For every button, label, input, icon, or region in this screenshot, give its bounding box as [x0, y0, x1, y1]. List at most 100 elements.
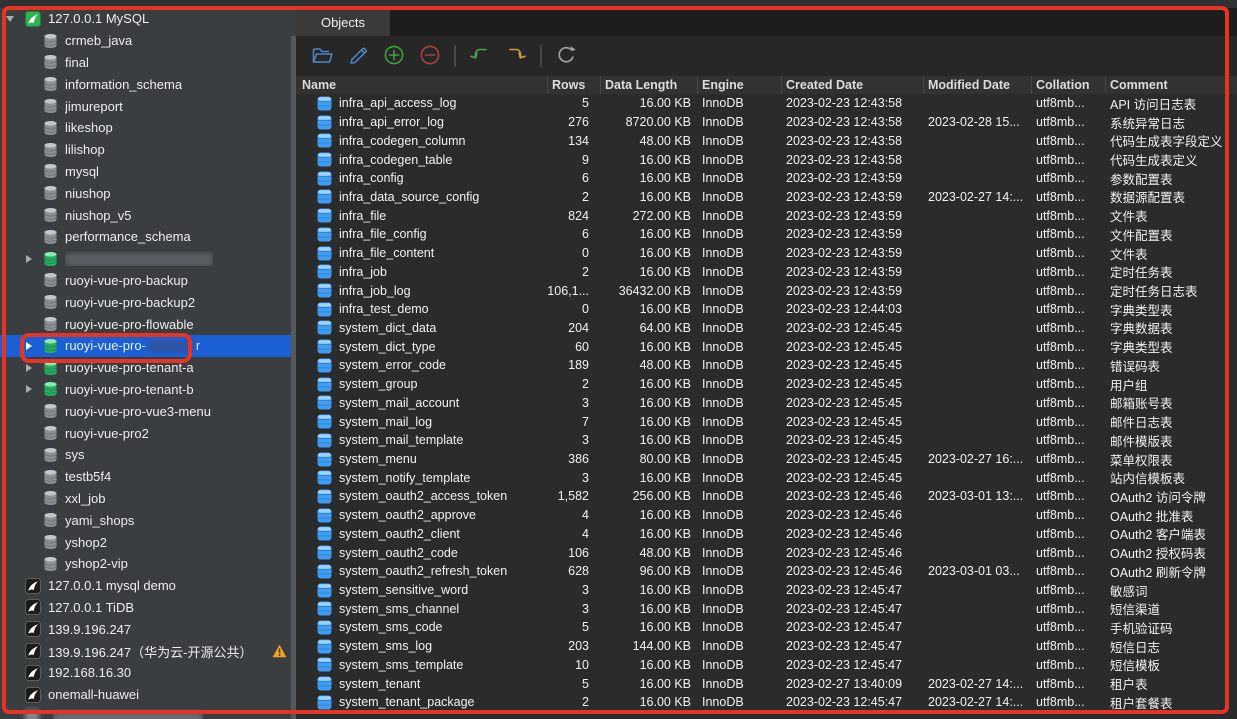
- tree-item-ruoyi-vue-pro-backup[interactable]: ruoyi-vue-pro-backup: [0, 270, 296, 292]
- tree-item-redacted[interactable]: [0, 248, 296, 270]
- table-row-system_sms_template[interactable]: system_sms_template1016.00 KBInnoDB2023-…: [296, 656, 1237, 675]
- tree-item-ruoyi-vue-pro2[interactable]: ruoyi-vue-pro2: [0, 422, 296, 444]
- export-wizard-button[interactable]: [504, 44, 528, 68]
- table-name-cell[interactable]: system_sms_channel: [296, 601, 547, 616]
- table-name-cell[interactable]: system_group: [296, 377, 547, 392]
- open-table-button[interactable]: [310, 44, 334, 68]
- column-header-modified-date[interactable]: Modified Date: [923, 76, 1031, 94]
- table-name-cell[interactable]: infra_file_content: [296, 246, 547, 261]
- table-row-system_mail_template[interactable]: system_mail_template316.00 KBInnoDB2023-…: [296, 431, 1237, 450]
- table-row-infra_file_config[interactable]: infra_file_config616.00 KBInnoDB2023-02-…: [296, 225, 1237, 244]
- tree-item-lilishop[interactable]: lilishop: [0, 139, 296, 161]
- column-header-comment[interactable]: Comment: [1105, 76, 1237, 94]
- table-row-infra_api_error_log[interactable]: infra_api_error_log2768720.00 KBInnoDB20…: [296, 113, 1237, 132]
- table-row-system_oauth2_client[interactable]: system_oauth2_client416.00 KBInnoDB2023-…: [296, 525, 1237, 544]
- table-name-cell[interactable]: system_sms_log: [296, 639, 547, 654]
- table-row-system_sensitive_word[interactable]: system_sensitive_word316.00 KBInnoDB2023…: [296, 581, 1237, 600]
- table-row-infra_codegen_table[interactable]: infra_codegen_table916.00 KBInnoDB2023-0…: [296, 150, 1237, 169]
- table-row-system_tenant_package[interactable]: system_tenant_package216.00 KBInnoDB2023…: [296, 693, 1237, 712]
- table-name-cell[interactable]: system_oauth2_approve: [296, 508, 547, 523]
- tree-item-192.168.16.30[interactable]: 192.168.16.30: [0, 662, 296, 684]
- table-row-infra_api_access_log[interactable]: infra_api_access_log516.00 KBInnoDB2023-…: [296, 94, 1237, 113]
- expand-arrow-icon[interactable]: [26, 342, 32, 350]
- table-row-infra_codegen_column[interactable]: infra_codegen_column13448.00 KBInnoDB202…: [296, 131, 1237, 150]
- table-name-cell[interactable]: system_sensitive_word: [296, 583, 547, 598]
- table-row-system_sms_log[interactable]: system_sms_log203144.00 KBInnoDB2023-02-…: [296, 637, 1237, 656]
- new-table-button[interactable]: [382, 44, 406, 68]
- table-name-cell[interactable]: infra_file: [296, 208, 547, 223]
- expand-arrow-icon[interactable]: [26, 364, 32, 372]
- tree-item-yshop2[interactable]: yshop2: [0, 531, 296, 553]
- tree-item-likeshop[interactable]: likeshop: [0, 117, 296, 139]
- table-row-system_sms_channel[interactable]: system_sms_channel316.00 KBInnoDB2023-02…: [296, 599, 1237, 618]
- table-row-infra_file_content[interactable]: infra_file_content016.00 KBInnoDB2023-02…: [296, 244, 1237, 263]
- expand-arrow-icon[interactable]: [26, 385, 32, 393]
- table-name-cell[interactable]: infra_config: [296, 171, 547, 186]
- table-name-cell[interactable]: system_oauth2_client: [296, 526, 547, 541]
- column-header-rows[interactable]: Rows: [547, 76, 600, 94]
- table-row-system_mail_log[interactable]: system_mail_log716.00 KBInnoDB2023-02-23…: [296, 412, 1237, 431]
- tree-item-niushop[interactable]: niushop: [0, 182, 296, 204]
- tree-item-127.0.0.1-mysql-demo[interactable]: 127.0.0.1 mysql demo: [0, 575, 296, 597]
- table-name-cell[interactable]: system_tenant: [296, 676, 547, 691]
- table-name-cell[interactable]: infra_api_error_log: [296, 115, 547, 130]
- table-name-cell[interactable]: infra_data_source_config: [296, 189, 547, 204]
- table-name-cell[interactable]: system_mail_template: [296, 433, 547, 448]
- delete-table-button[interactable]: [418, 44, 442, 68]
- tree-item-xxl_job[interactable]: xxl_job: [0, 488, 296, 510]
- column-header-created-date[interactable]: Created Date: [781, 76, 923, 94]
- table-name-cell[interactable]: system_dict_data: [296, 320, 547, 335]
- tree-item-yshop2-vip[interactable]: yshop2-vip: [0, 553, 296, 575]
- expand-arrow-icon[interactable]: [26, 255, 32, 263]
- table-row-system_oauth2_code[interactable]: system_oauth2_code10648.00 KBInnoDB2023-…: [296, 543, 1237, 562]
- table-row-infra_config[interactable]: infra_config616.00 KBInnoDB2023-02-23 12…: [296, 169, 1237, 188]
- table-row-system_oauth2_access_token[interactable]: system_oauth2_access_token1,582256.00 KB…: [296, 487, 1237, 506]
- column-header-collation[interactable]: Collation: [1031, 76, 1105, 94]
- table-row-system_oauth2_refresh_token[interactable]: system_oauth2_refresh_token62896.00 KBIn…: [296, 562, 1237, 581]
- tab-objects[interactable]: Objects: [296, 8, 390, 36]
- table-row-system_notify_template[interactable]: system_notify_template316.00 KBInnoDB202…: [296, 468, 1237, 487]
- table-row-system_dict_type[interactable]: system_dict_type6016.00 KBInnoDB2023-02-…: [296, 337, 1237, 356]
- column-header-name[interactable]: Name: [296, 76, 547, 94]
- tree-item-performance_schema[interactable]: performance_schema: [0, 226, 296, 248]
- tree-item-ruoyi-vue-pro-flowable[interactable]: ruoyi-vue-pro-flowable: [0, 313, 296, 335]
- tree-item-testb5f4[interactable]: testb5f4: [0, 466, 296, 488]
- table-row-infra_test_demo[interactable]: infra_test_demo016.00 KBInnoDB2023-02-23…: [296, 300, 1237, 319]
- tree-item-onemall-huawei[interactable]: onemall-huawei: [0, 684, 296, 706]
- table-row-system_oauth2_approve[interactable]: system_oauth2_approve416.00 KBInnoDB2023…: [296, 506, 1237, 525]
- tree-item-jimureport[interactable]: jimureport: [0, 95, 296, 117]
- table-row-system_mail_account[interactable]: system_mail_account316.00 KBInnoDB2023-0…: [296, 394, 1237, 413]
- tree-item-127.0.0.1-tidb[interactable]: 127.0.0.1 TiDB: [0, 597, 296, 619]
- table-name-cell[interactable]: infra_codegen_table: [296, 152, 547, 167]
- design-table-button[interactable]: [346, 44, 370, 68]
- table-name-cell[interactable]: system_mail_account: [296, 395, 547, 410]
- table-row-infra_job[interactable]: infra_job216.00 KBInnoDB2023-02-23 12:43…: [296, 262, 1237, 281]
- table-name-cell[interactable]: system_sms_template: [296, 657, 547, 672]
- table-row-system_menu[interactable]: system_menu38680.00 KBInnoDB2023-02-23 1…: [296, 450, 1237, 469]
- table-row-system_error_code[interactable]: system_error_code18948.00 KBInnoDB2023-0…: [296, 356, 1237, 375]
- table-row-system_dict_data[interactable]: system_dict_data20464.00 KBInnoDB2023-02…: [296, 319, 1237, 338]
- tree-item-crmeb_java[interactable]: crmeb_java: [0, 30, 296, 52]
- table-name-cell[interactable]: system_oauth2_access_token: [296, 489, 547, 504]
- table-name-cell[interactable]: infra_job: [296, 264, 547, 279]
- table-name-cell[interactable]: system_menu: [296, 452, 547, 467]
- import-wizard-button[interactable]: [468, 44, 492, 68]
- tree-item-139.9.196.247[interactable]: 139.9.196.247: [0, 618, 296, 640]
- table-name-cell[interactable]: infra_job_log: [296, 283, 547, 298]
- tree-item-ruoyi-vue-pro-tenant-b[interactable]: ruoyi-vue-pro-tenant-b: [0, 379, 296, 401]
- table-name-cell[interactable]: system_oauth2_code: [296, 545, 547, 560]
- table-row-system_group[interactable]: system_group216.00 KBInnoDB2023-02-23 12…: [296, 375, 1237, 394]
- tree-item-ruoyi-vue-pro-[interactable]: ruoyi-vue-pro-r: [0, 335, 296, 357]
- refresh-button[interactable]: [554, 44, 578, 68]
- table-name-cell[interactable]: system_notify_template: [296, 470, 547, 485]
- tree-item-ruoyi-vue-pro-tenant-a[interactable]: ruoyi-vue-pro-tenant-a: [0, 357, 296, 379]
- table-name-cell[interactable]: system_mail_log: [296, 414, 547, 429]
- tree-item-mysql[interactable]: mysql: [0, 161, 296, 183]
- table-name-cell[interactable]: infra_test_demo: [296, 302, 547, 317]
- tree-item-ruoyi-vue-pro-vue3-menu[interactable]: ruoyi-vue-pro-vue3-menu: [0, 400, 296, 422]
- tree-item-niushop_v5[interactable]: niushop_v5: [0, 204, 296, 226]
- tree-item-ruoyi-vue-pro-backup2[interactable]: ruoyi-vue-pro-backup2: [0, 291, 296, 313]
- column-header-data-length[interactable]: Data Length: [600, 76, 697, 94]
- tree-item-information_schema[interactable]: information_schema: [0, 73, 296, 95]
- tree-item-redacted[interactable]: [0, 706, 296, 719]
